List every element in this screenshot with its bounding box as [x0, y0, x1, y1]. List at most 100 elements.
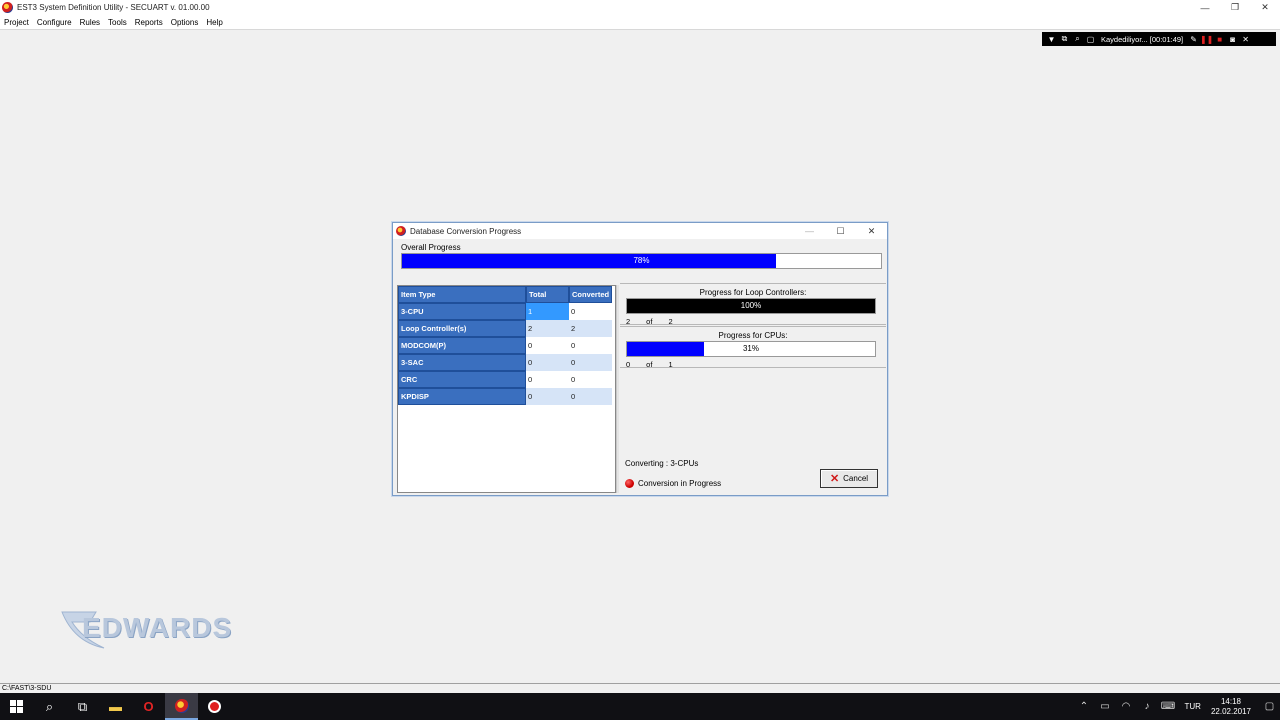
- cpu-progress-text: 31%: [742, 344, 759, 353]
- cpu-progress-bar: 31%: [626, 341, 876, 357]
- loop-progress-title: Progress for Loop Controllers:: [699, 288, 807, 297]
- window-icon[interactable]: ⧉: [1058, 33, 1071, 45]
- loop-done-count: 2: [626, 317, 631, 326]
- table-row[interactable]: 3-CPU 1 0: [398, 303, 613, 320]
- dialog-title: Database Conversion Progress: [410, 226, 522, 236]
- table-row[interactable]: 3-SAC 0 0: [398, 354, 613, 371]
- cancel-x-icon: ✕: [829, 473, 840, 485]
- menu-help[interactable]: Help: [206, 18, 222, 27]
- zoom-icon[interactable]: ⌕: [1071, 33, 1084, 45]
- cell-total[interactable]: 0: [526, 337, 569, 354]
- converting-status: Converting : 3-CPUs: [625, 459, 699, 468]
- recording-label: Kaydediliyor... [00:01:49]: [1101, 34, 1184, 44]
- overall-progress-label: Overall Progress: [401, 243, 461, 252]
- clock[interactable]: 14:18 22.02.2017: [1211, 697, 1251, 717]
- loop-progress-count: 2 of 2: [626, 317, 689, 326]
- conversion-status-line: Conversion in Progress: [625, 479, 721, 488]
- close-button[interactable]: ✕: [1250, 0, 1280, 15]
- dialog-minimize-button[interactable]: —: [794, 223, 825, 239]
- stop-icon[interactable]: ■: [1213, 33, 1226, 45]
- battery-icon[interactable]: ▭: [1095, 693, 1116, 720]
- est3-app-icon[interactable]: [165, 693, 198, 720]
- clock-date: 22.02.2017: [1210, 706, 1251, 716]
- volume-icon[interactable]: ♪: [1137, 693, 1158, 720]
- cell-converted[interactable]: 0: [569, 337, 613, 354]
- cell-total[interactable]: 0: [526, 388, 569, 405]
- start-button[interactable]: [0, 693, 33, 720]
- cpu-progress-count: 0 of 1: [626, 360, 689, 369]
- opera-browser-icon[interactable]: O: [132, 693, 165, 720]
- cell-converted[interactable]: 0: [569, 371, 613, 388]
- dialog-titlebar: Database Conversion Progress — ☐ ✕: [393, 223, 887, 239]
- menu-project[interactable]: Project: [4, 18, 29, 27]
- minimize-button[interactable]: —: [1190, 0, 1220, 15]
- loop-progress-bar: 100%: [626, 298, 876, 314]
- screen-recorder-toolbar: ▼ ⧉ ⌕ ▢ Kaydediliyor... [00:01:49] ✎ ❚❚ …: [1042, 32, 1276, 46]
- loop-total-count: 2: [668, 317, 673, 326]
- camera-icon[interactable]: ◙: [1226, 33, 1239, 45]
- cancel-button-label: Cancel: [843, 474, 869, 483]
- progress-detail-pane: Progress for Loop Controllers: 100% 2 of…: [620, 283, 887, 495]
- dialog-maximize-button[interactable]: ☐: [825, 223, 856, 239]
- dialog-logo-icon: [396, 226, 406, 236]
- cell-item-type: CRC: [398, 371, 526, 388]
- menu-reports[interactable]: Reports: [135, 18, 163, 27]
- maximize-button[interactable]: ❐: [1220, 0, 1250, 15]
- overall-progress-bar: 78%: [401, 253, 882, 269]
- logo-text: EDWARDS: [82, 612, 233, 643]
- pane-splitter[interactable]: [616, 285, 619, 493]
- cell-converted[interactable]: 2: [569, 320, 613, 337]
- table-row[interactable]: MODCOM(P) 0 0: [398, 337, 613, 354]
- cell-converted[interactable]: 0: [569, 303, 613, 320]
- header-item-type[interactable]: Item Type: [398, 286, 526, 303]
- language-indicator[interactable]: TUR: [1185, 702, 1201, 711]
- window-controls: — ❐ ✕: [1190, 0, 1280, 15]
- header-total[interactable]: Total: [526, 286, 569, 303]
- app-titlebar: EST3 System Definition Utility - SECUART…: [0, 0, 1280, 15]
- table-row[interactable]: Loop Controller(s) 2 2: [398, 320, 613, 337]
- cell-total[interactable]: 0: [526, 354, 569, 371]
- dialog-close-button[interactable]: ✕: [856, 223, 887, 239]
- notifications-icon[interactable]: ▢: [1259, 693, 1280, 720]
- loop-controller-progress-group: Progress for Loop Controllers: 100% 2 of…: [620, 283, 886, 326]
- status-indicator-icon: [625, 479, 634, 488]
- menu-options[interactable]: Options: [171, 18, 199, 27]
- item-type-table-pane: Item Type Total Converted 3-CPU 1 0 Loop…: [397, 285, 616, 493]
- screen-recorder-icon[interactable]: [198, 693, 231, 720]
- cpu-progress-group: Progress for CPUs: 31% 0 of 1: [620, 326, 886, 369]
- region-icon[interactable]: ▢: [1084, 33, 1097, 45]
- menu-tools[interactable]: Tools: [108, 18, 127, 27]
- wifi-icon[interactable]: ◠: [1116, 693, 1137, 720]
- cpu-progress-title: Progress for CPUs:: [718, 331, 788, 340]
- cell-item-type: Loop Controller(s): [398, 320, 526, 337]
- cell-total[interactable]: 2: [526, 320, 569, 337]
- dropdown-icon[interactable]: ▼: [1045, 33, 1058, 45]
- table-row[interactable]: KPDISP 0 0: [398, 388, 613, 405]
- search-icon[interactable]: ⌕: [33, 693, 66, 720]
- loop-of-label: of: [646, 317, 653, 326]
- conversion-status-text: Conversion in Progress: [638, 479, 722, 488]
- cell-item-type: 3-SAC: [398, 354, 526, 371]
- recorder-close-icon[interactable]: ✕: [1239, 33, 1252, 45]
- cpu-total-count: 1: [668, 360, 673, 369]
- table-row[interactable]: CRC 0 0: [398, 371, 613, 388]
- menu-configure[interactable]: Configure: [37, 18, 72, 27]
- cell-converted[interactable]: 0: [569, 354, 613, 371]
- overall-progress-text: 78%: [633, 256, 650, 265]
- keyboard-icon[interactable]: ⌨: [1158, 693, 1179, 720]
- cell-converted[interactable]: 0: [569, 388, 613, 405]
- file-explorer-icon[interactable]: ▬: [99, 693, 132, 720]
- est3-logo-icon: [174, 698, 189, 713]
- cell-item-type: KPDISP: [398, 388, 526, 405]
- cell-total[interactable]: 0: [526, 371, 569, 388]
- cell-total[interactable]: 1: [526, 303, 569, 320]
- taskbar: ⌕ ⧉ ▬ O ⌃ ▭ ◠ ♪ ⌨ TUR 14:18 22.02.2017 ▢: [0, 693, 1280, 720]
- menu-rules[interactable]: Rules: [80, 18, 100, 27]
- header-converted[interactable]: Converted: [569, 286, 613, 303]
- pen-icon[interactable]: ✎: [1187, 33, 1200, 45]
- cancel-button[interactable]: ✕ Cancel: [820, 469, 878, 488]
- task-view-icon[interactable]: ⧉: [66, 693, 99, 720]
- chevron-up-icon[interactable]: ⌃: [1074, 693, 1095, 720]
- pause-icon[interactable]: ❚❚: [1200, 33, 1213, 45]
- record-icon: [208, 700, 221, 713]
